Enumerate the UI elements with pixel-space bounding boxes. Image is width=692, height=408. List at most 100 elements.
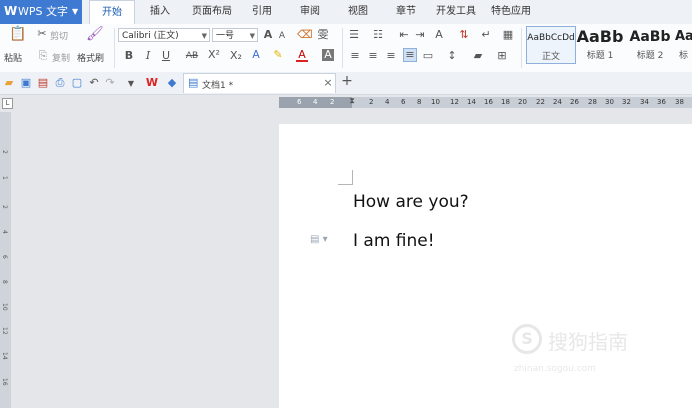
tab-page-layout[interactable]: 页面布局 [188, 0, 236, 24]
app-title: WPS 文字 [18, 5, 68, 18]
tab-stop-selector[interactable]: L [2, 98, 13, 109]
chevron-down-icon: ▼ [249, 32, 255, 40]
font-size-select[interactable]: 一号 ▼ [212, 28, 258, 42]
format-painter-button[interactable]: 格式刷 [77, 51, 104, 64]
italic-button[interactable]: I [143, 50, 153, 62]
highlight-icon[interactable]: ✎ [271, 49, 285, 61]
new-tab-button[interactable]: + [340, 74, 354, 88]
customize-caret-icon[interactable]: ▼ [126, 78, 136, 90]
vruler-tick: 4 [1, 230, 8, 234]
clear-format-icon[interactable]: ⌫ [297, 29, 313, 41]
ruler-tick: 26 [570, 98, 579, 106]
tab-review[interactable]: 审阅 [293, 0, 327, 24]
vruler-tick: 1 [1, 176, 8, 180]
line-spacing-icon[interactable]: ↕ [446, 50, 458, 62]
table-icon[interactable]: ▦ [502, 29, 514, 41]
ruler-tick: 4 [385, 98, 390, 106]
char-shading-icon[interactable]: A [322, 49, 334, 61]
ruler-tick: 4 [313, 98, 318, 106]
tab-developer[interactable]: 开发工具 [432, 0, 480, 24]
phonetic-icon[interactable]: 雯 [316, 29, 330, 41]
text-effect-icon[interactable]: A [250, 49, 262, 61]
tab-view[interactable]: 视图 [341, 0, 375, 24]
indent-marker[interactable]: ⧗ [348, 95, 356, 110]
document-tab-title: 文档1 * [202, 81, 234, 91]
ruler-tick: 32 [622, 98, 631, 106]
save-icon[interactable]: ▣ [20, 77, 32, 89]
vruler-tick: 8 [1, 280, 8, 284]
numbered-list-icon[interactable]: ☷ [372, 29, 384, 41]
tab-references[interactable]: 引用 [245, 0, 279, 24]
vertical-ruler [0, 112, 11, 408]
tab-chapter[interactable]: 章节 [389, 0, 423, 24]
ruler-tick: 14 [467, 98, 476, 106]
format-painter-icon[interactable]: 🖌 [86, 27, 104, 41]
ruler-tick: 2 [330, 98, 335, 106]
cube-icon[interactable]: ◆ [166, 77, 178, 89]
chinese-layout-icon[interactable]: A [432, 29, 446, 41]
print-icon[interactable]: ⎙ [54, 77, 66, 89]
tab-home[interactable]: 开始 [89, 0, 135, 26]
export-pdf-icon[interactable]: ▤ [37, 77, 49, 89]
ruler-tick: 20 [518, 98, 527, 106]
align-center-icon[interactable]: ≡ [368, 50, 378, 62]
watermark-title: 搜狗指南 [548, 330, 628, 354]
document-icon: ▤ [188, 76, 199, 89]
style-heading-1[interactable]: AaBb 标题 1 [576, 26, 624, 62]
copy-icon[interactable]: ⎘ [37, 50, 49, 62]
ruler-tick: 38 [675, 98, 684, 106]
undo-icon[interactable]: ↶ [88, 77, 100, 89]
print-preview-icon[interactable]: ▢ [71, 77, 83, 89]
app-menu-button[interactable]: W WPS 文字 ▼ [0, 0, 82, 24]
redo-icon[interactable]: ↷ [104, 77, 116, 89]
shrink-font-button[interactable]: A [277, 30, 287, 42]
align-right-icon[interactable]: ≡ [386, 50, 396, 62]
watermark-url: zhinan.sogou.com [514, 364, 596, 374]
underline-button[interactable]: U [161, 50, 171, 62]
document-line[interactable]: How are you? [353, 192, 469, 212]
sort-icon[interactable]: ⇅ [458, 29, 470, 41]
wps-icon[interactable]: W [145, 77, 159, 89]
subscript-button[interactable]: X₂ [229, 50, 243, 62]
strikethrough-button[interactable]: AB [184, 50, 200, 62]
grow-font-button[interactable]: A [262, 29, 274, 41]
vruler-tick: 2 [1, 150, 8, 154]
ruler-tick: 22 [536, 98, 545, 106]
ruler-tick: 30 [605, 98, 614, 106]
distribute-icon[interactable]: ▭ [422, 50, 434, 62]
paste-icon[interactable]: 📋 [9, 27, 26, 44]
open-icon[interactable]: ▰ [3, 77, 15, 89]
chevron-down-icon: ▼ [72, 7, 79, 16]
border-icon[interactable]: ⊞ [496, 50, 508, 62]
show-marks-icon[interactable]: ↵ [480, 29, 492, 41]
vruler-tick: 12 [1, 327, 8, 335]
ruler-tick: 12 [450, 98, 459, 106]
paste-button[interactable]: 粘贴 [4, 51, 22, 64]
bold-button[interactable]: B [124, 50, 134, 62]
tab-special[interactable]: 特色应用 [487, 0, 535, 24]
font-name-select[interactable]: Calibri (正文) ▼ [118, 28, 210, 42]
align-left-icon[interactable]: ≡ [350, 50, 360, 62]
document-tab[interactable]: ▤ 文档1 * × [183, 73, 336, 93]
chevron-down-icon: ▼ [201, 32, 207, 40]
cut-button[interactable]: 剪切 [50, 29, 68, 42]
style-heading-2[interactable]: AaBb 标题 2 [626, 26, 674, 62]
decrease-indent-icon[interactable]: ⇤ [398, 29, 410, 41]
increase-indent-icon[interactable]: ⇥ [414, 29, 426, 41]
justify-icon[interactable]: ≡ [403, 48, 417, 62]
shading-icon[interactable]: ▰ [472, 50, 484, 62]
close-icon[interactable]: × [323, 77, 333, 89]
tab-insert[interactable]: 插入 [142, 0, 178, 24]
style-heading-3[interactable]: AaB 标 [675, 26, 692, 62]
ruler-tick: 24 [553, 98, 562, 106]
style-normal[interactable]: AaBbCcDd 正文 [526, 26, 576, 64]
paragraph-handle-icon[interactable]: ▤ ▾ [310, 234, 328, 245]
bullet-list-icon[interactable]: ☰ [348, 29, 360, 41]
copy-button[interactable]: 复制 [52, 51, 70, 64]
superscript-button[interactable]: X² [207, 49, 221, 61]
scissors-icon[interactable]: ✂ [36, 28, 48, 40]
font-color-icon[interactable]: A [296, 49, 308, 62]
ruler-tick: 36 [657, 98, 666, 106]
wps-logo-icon: W [4, 4, 18, 18]
document-line[interactable]: I am fine! [353, 231, 435, 251]
